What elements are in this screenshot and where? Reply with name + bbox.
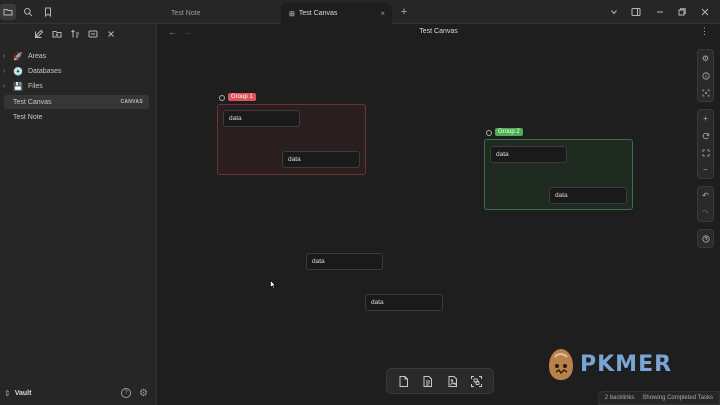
settings-icon[interactable]: ⚙	[139, 388, 148, 399]
tab-test-canvas[interactable]: ⊞ Test Canvas ×	[281, 3, 392, 24]
folder-item-databases[interactable]: › 💿 Databases	[0, 64, 152, 78]
history-controls: ↶ ↷	[697, 186, 714, 222]
group-collapse-icon[interactable]	[219, 95, 225, 101]
updown-chevron-icon: ⇕	[4, 388, 11, 398]
search-icon[interactable]	[20, 4, 36, 20]
group-1-label[interactable]: Group 1	[228, 93, 256, 101]
more-options-icon[interactable]: ⋮	[700, 26, 709, 37]
canvas-add-toolbar	[386, 368, 494, 394]
folder-item-areas[interactable]: › 🚀 Areas	[0, 49, 152, 63]
folder-item-files[interactable]: › 💾 Files	[0, 79, 152, 93]
help-controls	[697, 229, 714, 248]
new-folder-icon[interactable]	[49, 26, 65, 42]
help-icon[interactable]	[698, 230, 713, 247]
info-icon[interactable]	[698, 67, 713, 84]
folder-label: Areas	[28, 52, 47, 60]
sort-icon[interactable]	[67, 26, 83, 42]
zoom-to-fit-icon[interactable]	[698, 144, 713, 161]
group-2-label[interactable]: Group 2	[495, 128, 523, 136]
rocket-icon: 🚀	[13, 51, 23, 61]
close-window-icon[interactable]	[697, 4, 713, 20]
undo-icon[interactable]: ↶	[698, 187, 713, 204]
file-explorer-sidebar: › 🚀 Areas › 💿 Databases › 💾 Files Test C…	[0, 24, 157, 405]
folder-label: Files	[28, 82, 43, 90]
minimize-icon[interactable]	[652, 4, 668, 20]
reset-zoom-icon[interactable]	[698, 127, 713, 144]
chevron-right-icon: ›	[3, 82, 6, 90]
disc-icon: 💿	[13, 66, 23, 76]
folder-icon[interactable]	[0, 4, 16, 20]
bookmark-icon[interactable]	[40, 4, 56, 20]
add-note-icon[interactable]	[419, 372, 437, 390]
fit-selection-icon[interactable]	[698, 84, 713, 101]
vault-switcher[interactable]: ⇕ Vault ? ⚙	[0, 381, 156, 405]
floppy-icon: 💾	[13, 81, 23, 91]
chevron-right-icon: ›	[3, 52, 6, 60]
file-item-test-canvas[interactable]: Test Canvas CANVAS	[4, 95, 149, 109]
redo-icon[interactable]: ↷	[698, 204, 713, 221]
file-label: Test Note	[13, 113, 43, 121]
canvas-card-node[interactable]: data	[365, 294, 443, 311]
sidebar-toggle-icon[interactable]	[628, 4, 644, 20]
new-note-icon[interactable]	[31, 26, 47, 42]
chevron-down-icon[interactable]	[606, 4, 622, 20]
pkmer-logo-icon	[549, 349, 573, 380]
canvas-card-node[interactable]: data	[490, 146, 567, 163]
canvas-card-node[interactable]: data	[549, 187, 627, 204]
file-label: Test Canvas	[13, 98, 52, 106]
file-type-badge: CANVAS	[120, 99, 143, 105]
backlinks-count[interactable]: 2 backlinks	[605, 395, 635, 401]
new-tab-button[interactable]: +	[396, 4, 412, 20]
close-icon[interactable]	[103, 26, 119, 42]
tab-label: Test Note	[171, 10, 201, 17]
pkmer-watermark: PKMER	[545, 346, 672, 382]
tab-test-note[interactable]: Test Note	[163, 3, 279, 24]
canvas-tab-icon: ⊞	[289, 10, 295, 18]
status-bar: 2 backlinks Showing Completed Tasks	[597, 391, 720, 405]
canvas-card-node[interactable]: data	[223, 110, 300, 127]
folder-label: Databases	[28, 67, 62, 75]
canvas-card-node[interactable]: data	[282, 151, 360, 168]
settings-icon[interactable]: ⚙	[698, 50, 713, 67]
zoom-out-icon[interactable]: −	[698, 161, 713, 178]
add-card-icon[interactable]	[394, 372, 412, 390]
mouse-cursor-icon	[270, 280, 276, 289]
close-icon[interactable]: ×	[380, 9, 385, 18]
vault-name: Vault	[14, 389, 32, 397]
view-header: ← → Test Canvas ⋮	[157, 24, 720, 42]
canvas-settings-panel: ⚙	[697, 49, 714, 102]
add-media-icon[interactable]	[443, 372, 461, 390]
tasks-status[interactable]: Showing Completed Tasks	[642, 395, 713, 401]
watermark-text: PKMER	[580, 351, 673, 377]
chevron-right-icon: ›	[3, 67, 6, 75]
file-explorer-toolbar	[0, 24, 156, 44]
zoom-in-icon[interactable]: +	[698, 110, 713, 127]
file-item-test-note[interactable]: Test Note	[0, 110, 152, 124]
canvas-card-node[interactable]: data	[306, 253, 383, 270]
title-bar: Test Note ⊞ Test Canvas × +	[0, 0, 720, 24]
tab-label: Test Canvas	[298, 10, 338, 17]
restore-icon[interactable]	[674, 4, 690, 20]
add-group-icon[interactable]	[468, 372, 486, 390]
group-collapse-icon[interactable]	[486, 130, 492, 136]
collapse-all-icon[interactable]	[85, 26, 101, 42]
help-icon[interactable]: ?	[121, 388, 131, 398]
view-title: Test Canvas	[419, 28, 458, 35]
zoom-controls: + −	[697, 109, 714, 179]
